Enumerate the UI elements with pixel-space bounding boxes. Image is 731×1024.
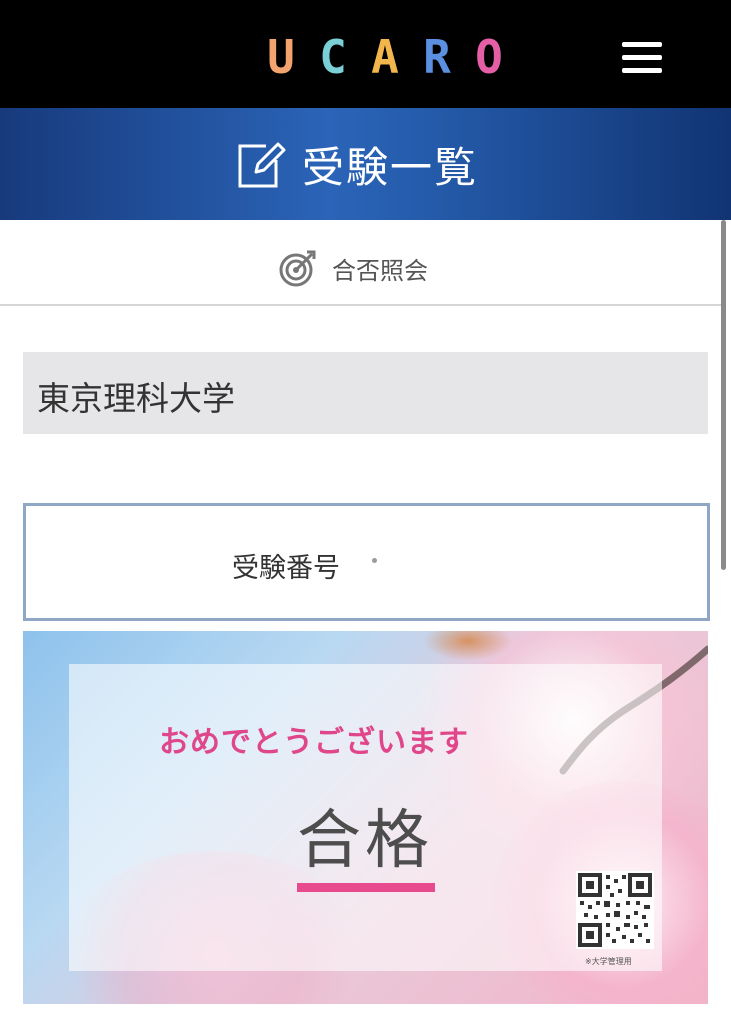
ucaro-logo[interactable]: U C A R O: [258, 30, 512, 84]
logo-letter-o: O: [475, 30, 503, 84]
page-scrollbar[interactable]: [721, 220, 726, 570]
logo-letter-r: R: [423, 30, 451, 84]
top-navigation-bar: U C A R O: [0, 0, 731, 108]
tab-result-inquiry-label: 合否照会: [332, 256, 428, 285]
pass-status: 合格: [297, 804, 433, 878]
exam-number-separator: [372, 558, 377, 563]
logo-letter-a: A: [371, 30, 399, 84]
university-name-panel: 東京理科大学: [23, 352, 708, 434]
target-icon: [279, 250, 316, 287]
result-card: おめでとうございます 合格 ※大学管理用: [23, 631, 708, 1004]
logo-letter-u: U: [267, 30, 295, 84]
exam-number-redacted: [396, 546, 426, 580]
qr-code-note: ※大学管理用: [585, 957, 632, 966]
qr-code-icon: [576, 871, 654, 949]
page-title: 受験一覧: [236, 134, 478, 194]
hamburger-menu-icon[interactable]: [622, 40, 664, 74]
tab-bar: 合否照会: [0, 220, 723, 306]
logo-letter-c: C: [319, 30, 347, 84]
pass-status-underline: [297, 883, 435, 892]
congratulations-message: おめでとうございます: [159, 725, 469, 760]
university-name: 東京理科大学: [37, 379, 235, 418]
exam-number-label: 受験番号: [232, 553, 340, 584]
edit-note-icon: [238, 142, 286, 188]
exam-number-box: 受験番号: [23, 503, 710, 621]
page-title-text: 受験一覧: [302, 142, 479, 192]
tab-result-inquiry[interactable]: 合否照会: [278, 248, 428, 288]
